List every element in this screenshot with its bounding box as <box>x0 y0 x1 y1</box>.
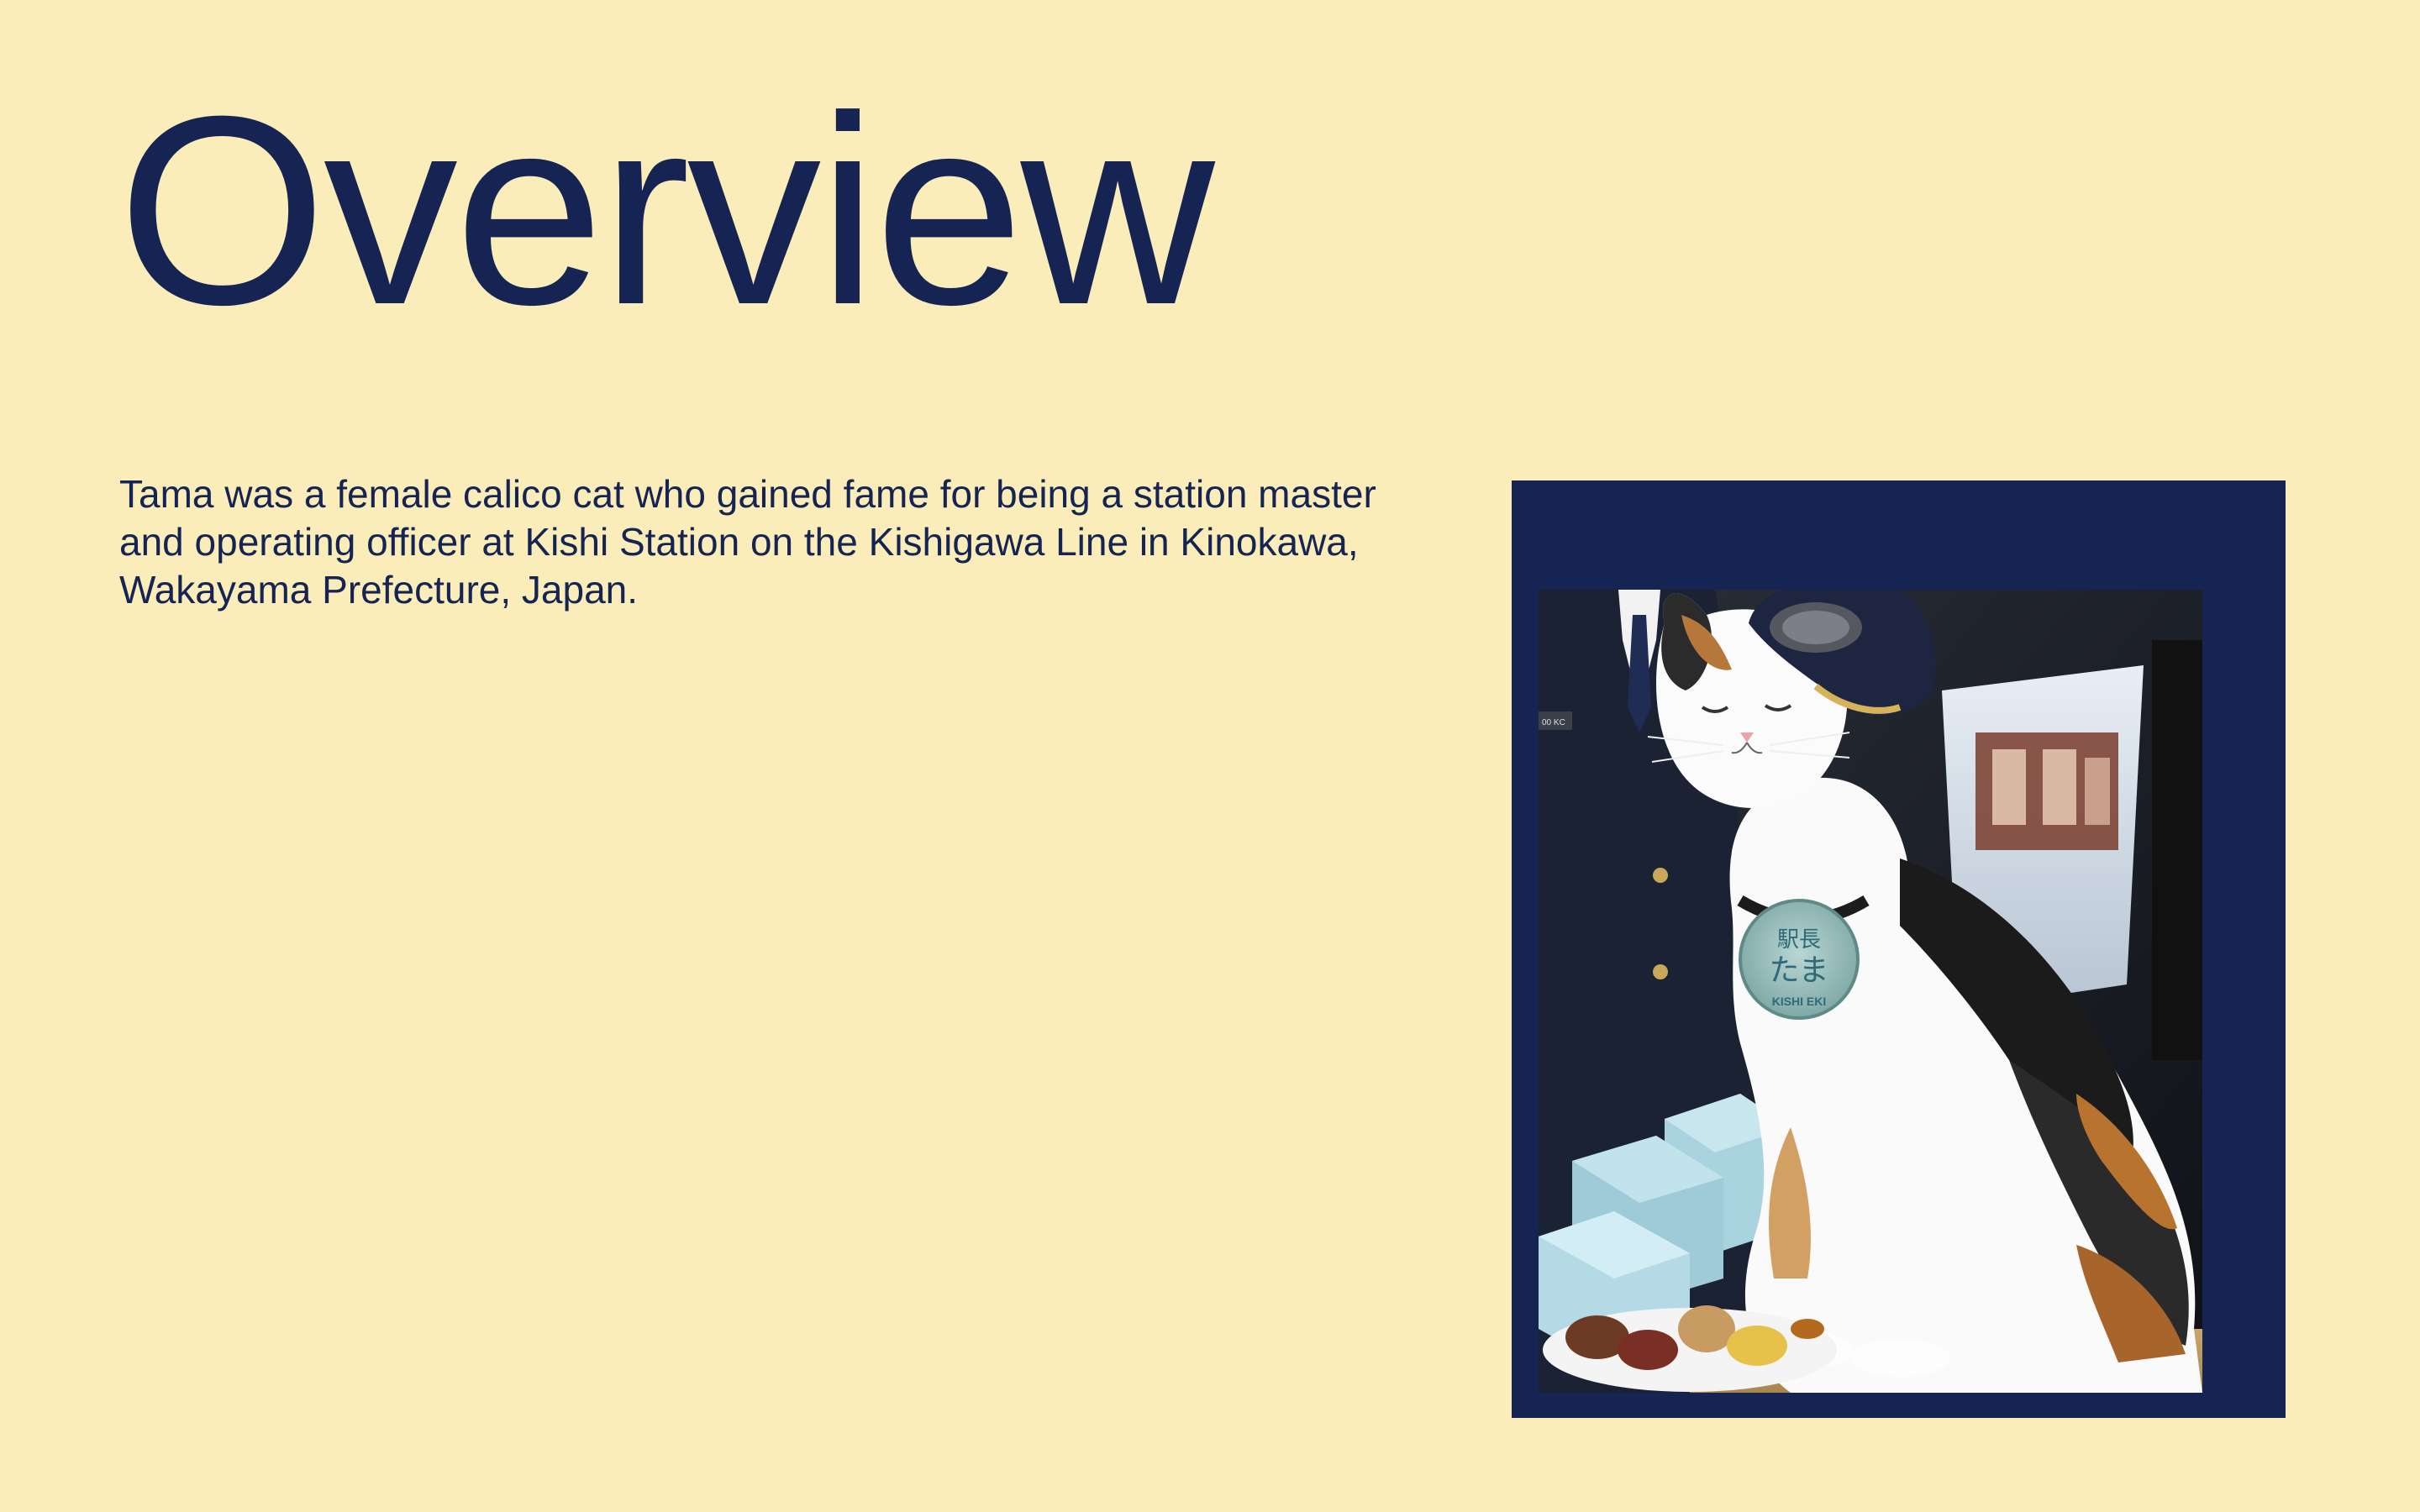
cat-illustration: 00 KC 駅長 たま KISHI EKI <box>1539 590 2202 1393</box>
slide-body-text: Tama was a female calico cat who gained … <box>119 472 1376 612</box>
slide: Overview Tama was a female calico cat wh… <box>0 0 2420 1512</box>
station-master-cat-photo: 00 KC 駅長 たま KISHI EKI <box>1539 590 2202 1393</box>
badge-name-text: たま <box>1770 953 1829 988</box>
badge-station-text: KISHI EKI <box>1772 995 1827 1008</box>
slide-title: Overview <box>118 60 1215 360</box>
name-tag-text: 00 KC <box>1542 718 1565 727</box>
badge-title-text: 駅長 <box>1777 927 1821 953</box>
photo-frame: 00 KC 駅長 たま KISHI EKI <box>1512 480 2286 1418</box>
